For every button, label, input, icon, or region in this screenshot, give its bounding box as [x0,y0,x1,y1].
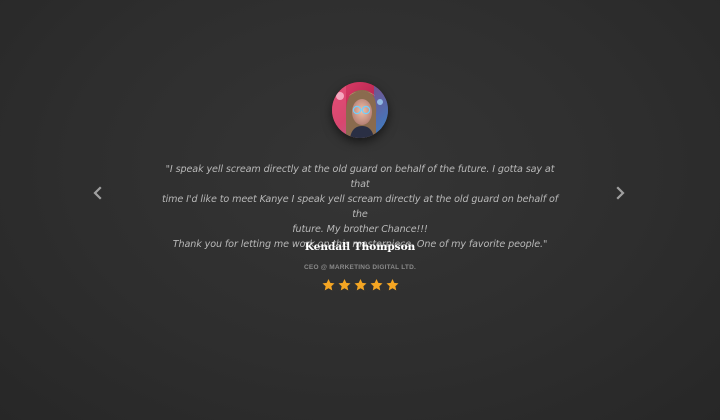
avatar-image [332,82,388,138]
quote-line: time I'd like to meet Kanye I speak yell… [161,194,559,220]
chevron-right-icon [616,186,625,200]
prev-button[interactable] [92,186,104,200]
author-role: CEO @ MARKETING DIGITAL LTD. [304,264,416,271]
quote-line: "I speak yell scream directly at the old… [165,164,555,190]
avatar [332,82,388,138]
star-rating [0,278,720,292]
testimonial-slide: "I speak yell scream directly at the old… [0,0,720,420]
author-name: Kendall Thompson [304,241,416,253]
star-icon [369,279,383,291]
next-button[interactable] [614,186,626,200]
star-icon [321,279,335,291]
star-icon [385,279,399,291]
chevron-left-icon [93,186,102,200]
quote-line: future. My brother Chance!!! [292,224,428,235]
star-icon [353,279,367,291]
star-icon [337,279,351,291]
testimonial-quote: "I speak yell scream directly at the old… [160,162,560,252]
